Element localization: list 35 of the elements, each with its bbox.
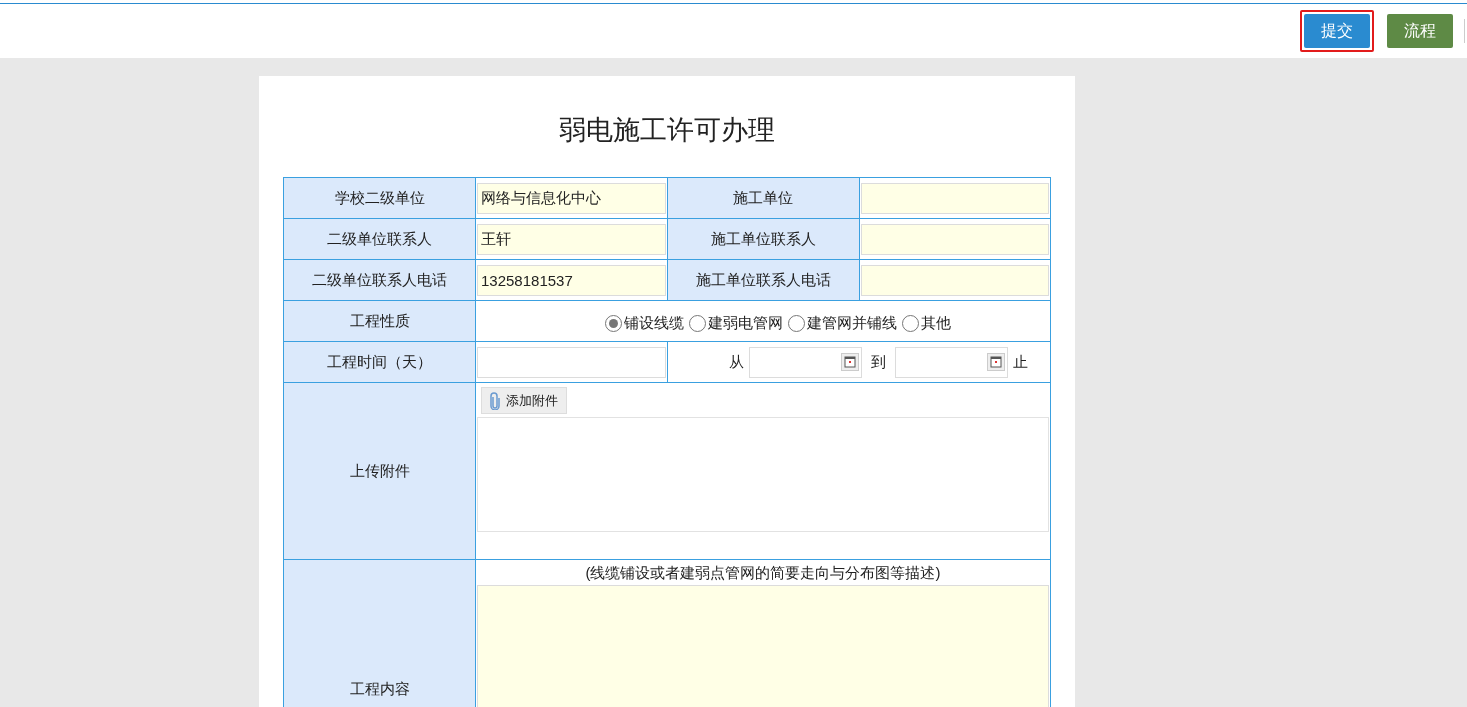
radio-option[interactable]: 其他 — [902, 311, 951, 335]
paperclip-icon — [490, 391, 500, 410]
radio-option[interactable]: 建弱电管网 — [689, 311, 783, 335]
field-label: 施工单位 — [733, 188, 793, 206]
date-field[interactable] — [895, 346, 1009, 378]
input-field[interactable]: 王轩 — [477, 223, 666, 255]
input-field[interactable] — [860, 182, 1049, 214]
add-attachment-button[interactable]: 添加附件 — [481, 387, 567, 414]
field-label: 工程内容 — [349, 680, 410, 697]
input-field[interactable]: 网络与信息化中心 — [477, 182, 666, 214]
field-label: 二级单位联系人 — [327, 229, 432, 247]
field-label: 上传附件 — [349, 461, 410, 479]
field-label: 工程时间（天） — [327, 352, 432, 370]
input-field[interactable] — [860, 223, 1049, 255]
input-field[interactable]: 13258181537 — [477, 264, 666, 296]
calendar-icon[interactable] — [841, 353, 860, 371]
input-field[interactable] — [477, 346, 666, 378]
field-label: 二级单位联系人电话 — [312, 270, 447, 288]
date-field[interactable] — [749, 346, 863, 378]
field-label: 学校二级单位 — [334, 188, 425, 206]
field-label: 施工单位联系人 — [710, 229, 816, 247]
radio-option[interactable]: 建管网并铺线 — [788, 311, 897, 335]
form-title: 弱电施工许可办理 — [558, 114, 776, 147]
calendar-icon[interactable] — [987, 353, 1006, 371]
input-field[interactable] — [860, 264, 1049, 296]
radio-option[interactable]: 铺设线缆 — [605, 311, 684, 335]
date-label: 止 — [1012, 351, 1030, 372]
content-textarea[interactable] — [477, 585, 1049, 707]
field-label: 施工单位联系人电话 — [695, 270, 831, 288]
toolbar-button[interactable]: 流程 — [1387, 14, 1453, 48]
content-hint: (线缆铺设或者建弱点管网的简要走向与分布图等描述) — [584, 563, 942, 583]
field-label: 工程性质 — [349, 311, 410, 329]
date-label: 到 — [870, 351, 888, 372]
date-label: 从 — [728, 351, 746, 372]
toolbar-button[interactable]: 提交 — [1304, 14, 1370, 48]
